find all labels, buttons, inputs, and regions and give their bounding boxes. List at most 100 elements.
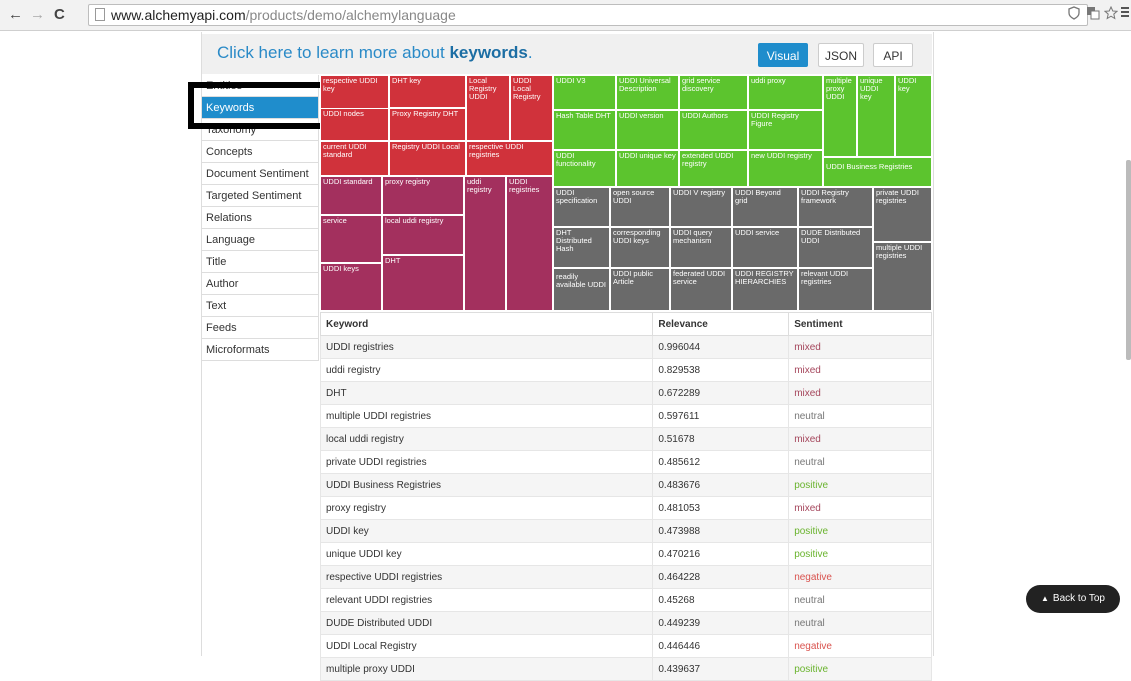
sidebar-item-author[interactable]: Author xyxy=(202,273,319,295)
treemap-tile[interactable]: relevant UDDI registries xyxy=(798,268,873,311)
treemap-tile[interactable]: UDDI Beyond grid xyxy=(732,187,798,227)
treemap-tile[interactable]: respective UDDI registries xyxy=(466,141,553,176)
treemap-tile[interactable]: corresponding UDDI keys xyxy=(610,227,670,268)
table-row: multiple UDDI registries 0.597611 neutral xyxy=(319,404,932,428)
treemap-tile[interactable]: UDDI Registry framework xyxy=(798,187,873,227)
tab-visual[interactable]: Visual xyxy=(758,43,808,67)
relevance-cell: 0.473988 xyxy=(652,519,790,543)
table-row: multiple proxy UDDI 0.439637 positive xyxy=(319,657,932,681)
translate-icon[interactable] xyxy=(1086,6,1100,23)
relevance-cell: 0.45268 xyxy=(652,588,790,612)
url-path: /products/demo/alchemylanguage xyxy=(245,7,456,23)
treemap-tile[interactable]: UDDI public Article xyxy=(610,268,670,311)
treemap-tile[interactable]: UDDI V3 xyxy=(553,75,616,110)
sidebar-item-relations[interactable]: Relations xyxy=(202,207,319,229)
keyword-table: Keyword Relevance Sentiment UDDI registr… xyxy=(319,312,932,681)
treemap-tile[interactable]: UDDI service xyxy=(732,227,798,268)
keyword-cell: DHT xyxy=(319,381,654,405)
relevance-cell: 0.449239 xyxy=(652,611,790,635)
treemap-tile[interactable]: UDDI REGISTRY HIERARCHIES xyxy=(732,268,798,311)
back-to-top-button[interactable]: ▲ Back to Top xyxy=(1026,585,1120,613)
treemap-tile[interactable]: DUDE Distributed UDDI xyxy=(798,227,873,268)
column-header-keyword[interactable]: Keyword xyxy=(319,312,654,336)
treemap-tile[interactable]: Proxy Registry DHT xyxy=(389,108,466,141)
treemap-tile[interactable]: UDDI Registry Figure xyxy=(748,110,823,150)
treemap-tile[interactable]: UDDI specification xyxy=(553,187,610,227)
treemap-tile[interactable]: proxy registry xyxy=(382,176,464,215)
sidebar-item-microformats[interactable]: Microformats xyxy=(202,339,319,361)
treemap-tile[interactable]: readily available UDDI xyxy=(553,268,610,311)
tab-api[interactable]: API xyxy=(873,43,913,67)
treemap-tile[interactable]: DHT xyxy=(382,255,464,311)
treemap-tile[interactable]: UDDI V registry xyxy=(670,187,732,227)
treemap-tile[interactable]: service xyxy=(320,215,382,263)
tab-json[interactable]: JSON xyxy=(818,43,864,67)
star-icon[interactable] xyxy=(1103,5,1119,23)
treemap-tile[interactable]: UDDI functionality xyxy=(553,150,616,187)
treemap-tile[interactable]: UDDI key xyxy=(895,75,932,157)
treemap-tile[interactable]: UDDI unique key xyxy=(616,150,679,187)
sidebar-item-targeted-sentiment[interactable]: Targeted Sentiment xyxy=(202,185,319,207)
back-arrow-icon[interactable]: ← xyxy=(8,5,23,25)
keyword-cell: UDDI Local Registry xyxy=(319,634,654,658)
treemap-tile[interactable]: UDDI Business Registries xyxy=(823,157,932,187)
treemap-tile[interactable]: private UDDI registries xyxy=(873,187,932,242)
treemap-tile[interactable]: UDDI Universal Description xyxy=(616,75,679,110)
forward-arrow-icon[interactable]: → xyxy=(30,5,45,25)
treemap-tile[interactable]: UDDI nodes xyxy=(320,108,389,141)
sidebar-item-concepts[interactable]: Concepts xyxy=(202,141,319,163)
relevance-cell: 0.464228 xyxy=(652,565,790,589)
treemap-tile[interactable]: uddi registry xyxy=(464,176,506,311)
column-header-relevance[interactable]: Relevance xyxy=(652,312,790,336)
treemap-tile[interactable]: Local Registry UDDI xyxy=(466,75,510,141)
treemap-tile[interactable]: uddi proxy xyxy=(748,75,823,110)
sidebar-item-feeds[interactable]: Feeds xyxy=(202,317,319,339)
treemap-tile[interactable]: DHT Distributed Hash xyxy=(553,227,610,268)
treemap-tile[interactable]: Registry UDDI Local xyxy=(389,141,466,176)
learn-more-keyword: keywords xyxy=(449,43,528,62)
table-row: UDDI Business Registries 0.483676 positive xyxy=(319,473,932,497)
treemap-tile[interactable]: multiple UDDI registries xyxy=(873,242,932,311)
keyword-cell: unique UDDI key xyxy=(319,542,654,566)
treemap-tile[interactable]: local uddi registry xyxy=(382,215,464,255)
treemap-tile[interactable]: UDDI version xyxy=(616,110,679,150)
treemap-tile[interactable]: UDDI query mechanism xyxy=(670,227,732,268)
sidebar-item-title[interactable]: Title xyxy=(202,251,319,273)
treemap-tile[interactable]: open source UDDI xyxy=(610,187,670,227)
treemap-tile[interactable]: current UDDI standard xyxy=(320,141,389,176)
table-row: unique UDDI key 0.470216 positive xyxy=(319,542,932,566)
table-row: DHT 0.672289 mixed xyxy=(319,381,932,405)
sidebar-item-text[interactable]: Text xyxy=(202,295,319,317)
sentiment-cell: positive xyxy=(788,657,932,681)
treemap-tile[interactable]: UDDI Authors xyxy=(679,110,748,150)
treemap-tile[interactable]: unique UDDI key xyxy=(857,75,895,157)
treemap-tile[interactable]: UDDI Local Registry xyxy=(510,75,553,141)
treemap-tile[interactable]: DHT key xyxy=(389,75,466,108)
reload-icon[interactable]: C xyxy=(54,5,65,25)
sidebar-item-language[interactable]: Language xyxy=(202,229,319,251)
learn-more-link[interactable]: Click here to learn more about keywords. xyxy=(217,43,533,63)
treemap-tile[interactable]: UDDI keys xyxy=(320,263,382,311)
treemap-tile[interactable]: multiple proxy UDDI xyxy=(823,75,857,157)
scrollbar-thumb[interactable] xyxy=(1126,160,1131,360)
menu-icon[interactable] xyxy=(1121,6,1129,21)
relevance-cell: 0.51678 xyxy=(652,427,790,451)
column-header-sentiment[interactable]: Sentiment xyxy=(788,312,932,336)
treemap-tile[interactable]: grid service discovery xyxy=(679,75,748,110)
treemap-tile[interactable]: Hash Table DHT xyxy=(553,110,616,150)
keyword-cell: proxy registry xyxy=(319,496,654,520)
shield-icon[interactable] xyxy=(1068,6,1080,23)
relevance-cell: 0.439637 xyxy=(652,657,790,681)
relevance-cell: 0.485612 xyxy=(652,450,790,474)
treemap-tile[interactable]: new UDDI registry xyxy=(748,150,823,187)
treemap-tile[interactable]: federated UDDI service xyxy=(670,268,732,311)
treemap-tile[interactable]: UDDI standard xyxy=(320,176,382,215)
sidebar-item-document-sentiment[interactable]: Document Sentiment xyxy=(202,163,319,185)
relevance-cell: 0.470216 xyxy=(652,542,790,566)
treemap-tile[interactable]: UDDI registries xyxy=(506,176,553,311)
sentiment-cell: mixed xyxy=(788,358,932,382)
address-bar[interactable]: www.alchemyapi.com/products/demo/alchemy… xyxy=(88,4,1088,26)
sentiment-cell: neutral xyxy=(788,404,932,428)
treemap-tile[interactable]: extended UDDI registry xyxy=(679,150,748,187)
table-row: proxy registry 0.481053 mixed xyxy=(319,496,932,520)
